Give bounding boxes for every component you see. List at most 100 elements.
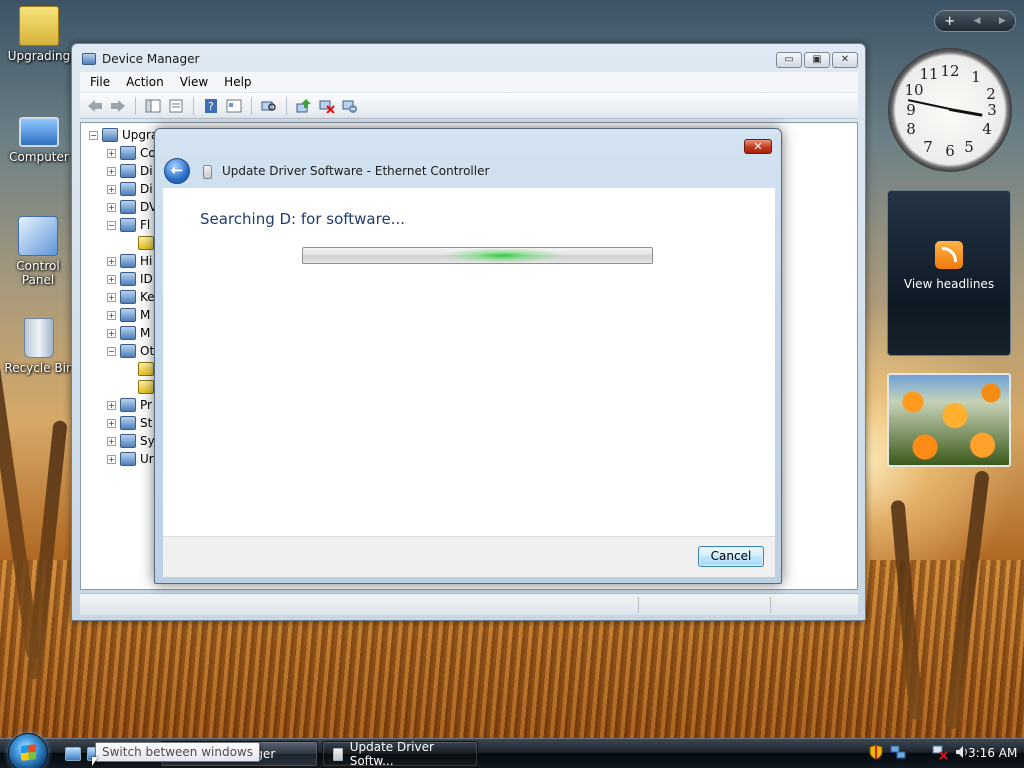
tree-item-label: Ur xyxy=(140,452,154,466)
taskbar-update-driver[interactable]: Update Driver Softw... xyxy=(322,740,478,768)
tree-item[interactable]: + St xyxy=(107,415,152,431)
expand-icon[interactable]: + xyxy=(107,292,116,302)
tree-item[interactable]: + Di xyxy=(107,181,153,197)
start-button[interactable] xyxy=(8,733,48,768)
dialog-footer: Cancel xyxy=(163,536,775,577)
window-titlebar: Device Manager xyxy=(82,52,199,66)
device-category-icon xyxy=(120,290,136,304)
tree-item-label: ID xyxy=(140,272,153,286)
cancel-button[interactable]: Cancel xyxy=(698,546,764,567)
tree-item[interactable]: + Di xyxy=(107,163,153,179)
device-manager-icon xyxy=(82,53,96,65)
update-driver-icon[interactable] xyxy=(295,97,313,115)
sidebar-controls: + ◀ ▶ xyxy=(934,10,1016,32)
tree-item-label: M xyxy=(140,326,151,340)
dialog-close-button[interactable]: ✕ xyxy=(744,139,772,154)
security-shield-icon[interactable] xyxy=(868,744,884,760)
tree-item[interactable]: + Co xyxy=(107,145,156,161)
expand-icon[interactable]: + xyxy=(107,454,116,464)
expand-icon[interactable]: + xyxy=(107,436,116,446)
back-button[interactable]: ← xyxy=(164,158,190,184)
clock-number: 11 xyxy=(919,65,939,83)
desktop-icon-upgrading[interactable]: Upgrading xyxy=(1,6,77,63)
mouse-cursor xyxy=(92,757,98,766)
minimize-button[interactable]: ▭ xyxy=(776,52,802,68)
desktop-icon-computer[interactable]: Computer xyxy=(1,111,77,164)
device-category-icon xyxy=(120,416,136,430)
expand-icon[interactable]: + xyxy=(107,274,116,284)
tree-item[interactable]: + ID xyxy=(107,271,153,287)
toolbar-separator xyxy=(135,96,136,115)
tree-item[interactable]: + Ur xyxy=(107,451,154,467)
status-divider xyxy=(638,597,639,613)
expand-icon[interactable]: + xyxy=(107,184,116,194)
help-icon[interactable]: ? xyxy=(202,97,220,115)
tree-item[interactable]: + Pr xyxy=(107,397,152,413)
desktop-icon-recycle-bin[interactable]: Recycle Bin xyxy=(1,318,77,375)
scan-hardware-icon[interactable] xyxy=(260,97,278,115)
collapse-icon[interactable]: − xyxy=(107,346,116,356)
tree-item[interactable]: + Hi xyxy=(107,253,152,269)
expand-icon[interactable]: + xyxy=(107,256,116,266)
menu-file[interactable]: File xyxy=(90,75,110,89)
network-disconnected-icon[interactable] xyxy=(932,744,948,760)
view-icon[interactable] xyxy=(225,97,243,115)
clock-number: 8 xyxy=(906,120,916,138)
collapse-icon[interactable]: − xyxy=(89,130,98,140)
desktop-icon-control-panel[interactable]: Control Panel xyxy=(0,216,76,287)
slideshow-gadget[interactable] xyxy=(887,373,1011,467)
show-desktop-icon[interactable] xyxy=(65,747,81,761)
properties-icon[interactable] xyxy=(167,97,185,115)
feeds-label: View headlines xyxy=(903,277,995,291)
tree-item[interactable]: + DV xyxy=(107,199,157,215)
uninstall-icon[interactable] xyxy=(318,97,336,115)
recycle-bin-icon xyxy=(24,318,54,358)
device-category-icon xyxy=(120,146,136,160)
expand-icon[interactable]: + xyxy=(107,310,116,320)
menu-help[interactable]: Help xyxy=(224,75,251,89)
forward-arrow-icon[interactable] xyxy=(109,97,127,115)
desktop-icon-label: Computer xyxy=(9,150,69,164)
network-icon[interactable] xyxy=(890,744,906,760)
device-category-icon xyxy=(120,254,136,268)
clock-gadget[interactable]: 12 1 2 3 4 5 6 7 8 9 10 11 xyxy=(888,48,1012,172)
maximize-button[interactable]: ▣ xyxy=(804,52,830,68)
device-category-icon xyxy=(120,434,136,448)
device-category-icon xyxy=(120,398,136,412)
tree-item[interactable]: + M xyxy=(107,307,150,323)
tree-item[interactable]: + Sy xyxy=(107,433,155,449)
tree-item[interactable]: − Fl xyxy=(107,217,150,233)
show-hide-tree-icon[interactable] xyxy=(144,97,162,115)
tree-item-label: Hi xyxy=(140,254,153,268)
svg-text:?: ? xyxy=(208,100,214,113)
feed-headlines-gadget[interactable]: View headlines xyxy=(887,190,1011,356)
taskbar-clock[interactable]: 3:16 AM xyxy=(968,746,1017,760)
disable-icon[interactable] xyxy=(341,97,359,115)
expand-icon[interactable]: + xyxy=(107,400,116,410)
tree-item-label: St xyxy=(140,416,153,430)
menu-view[interactable]: View xyxy=(180,75,208,89)
expand-icon[interactable]: + xyxy=(107,328,116,338)
toolbar-separator xyxy=(251,96,252,115)
tree-item[interactable]: − Ot xyxy=(107,343,154,359)
next-gadget-button[interactable]: ▶ xyxy=(999,16,1006,26)
expand-icon[interactable]: + xyxy=(107,148,116,158)
computer-icon xyxy=(19,117,59,147)
collapse-icon[interactable]: − xyxy=(107,220,116,230)
expand-icon[interactable]: + xyxy=(107,418,116,428)
menu-action[interactable]: Action xyxy=(126,75,164,89)
previous-gadget-button[interactable]: ◀ xyxy=(974,16,981,26)
warning-device-icon xyxy=(138,236,154,250)
tree-root-computer[interactable]: − Upgra xyxy=(89,127,158,143)
ethernet-controller-icon xyxy=(203,165,212,179)
device-category-icon xyxy=(120,272,136,286)
expand-icon[interactable]: + xyxy=(107,166,116,176)
expand-icon[interactable]: + xyxy=(107,202,116,212)
add-gadget-button[interactable]: + xyxy=(944,14,955,29)
close-button[interactable]: ✕ xyxy=(832,52,858,68)
back-arrow-icon[interactable] xyxy=(86,97,104,115)
device-category-icon xyxy=(120,344,136,358)
folder-icon xyxy=(19,6,59,46)
tree-item[interactable]: + Ke xyxy=(107,289,155,305)
tree-item[interactable]: + M xyxy=(107,325,150,341)
